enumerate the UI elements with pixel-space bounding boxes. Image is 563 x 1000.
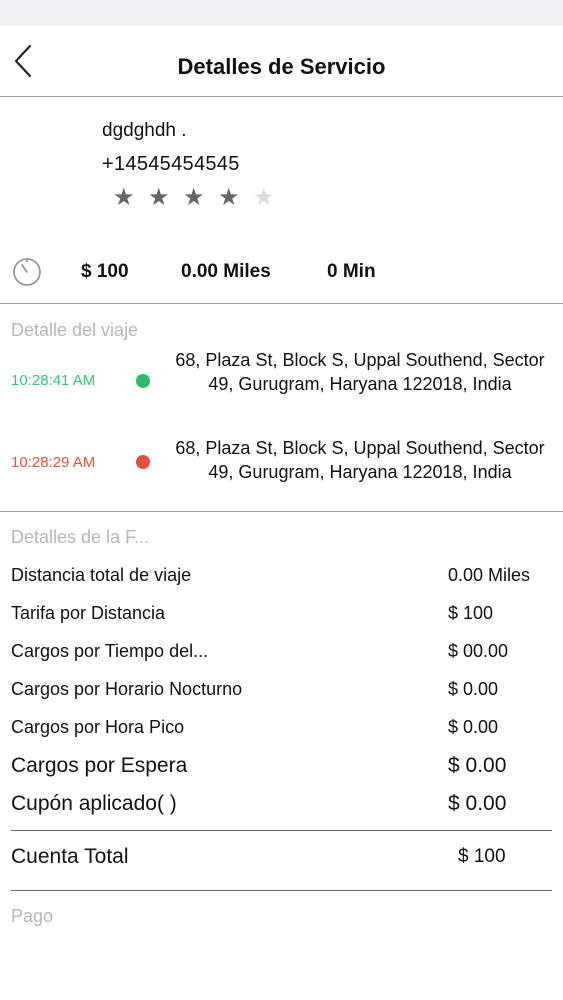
page-title: Detalles de Servicio	[177, 54, 386, 79]
summary-duration: 0 Min	[327, 261, 376, 282]
fare-row-value: $ 0.00	[448, 717, 499, 737]
dropoff-time: 10:28:29 AM	[11, 454, 96, 471]
summary-divider	[0, 303, 563, 304]
driver-phone: +14545454545	[102, 153, 240, 175]
fare-row-value: $ 00.00	[448, 641, 509, 661]
status-bar	[0, 0, 563, 26]
total-label: Cuenta Total	[11, 845, 129, 868]
star-icon: ★	[113, 184, 135, 211]
fare-row-value: 0.00 Miles	[448, 565, 531, 585]
fare-row-label: Cargos por Hora Pico	[11, 717, 185, 737]
fare-row-label: Cargos por Horario Nocturno	[11, 679, 243, 699]
fare-divider	[11, 830, 552, 831]
pickup-time: 10:28:41 AM	[11, 372, 96, 389]
rating-stars: ★ ★ ★ ★ ★	[113, 183, 288, 213]
fare-row-label: Tarifa por Distancia	[11, 603, 166, 623]
fare-row-value: $ 100	[448, 603, 494, 623]
driver-name: dgdghdh .	[102, 120, 187, 141]
fare-row-label: Cupón aplicado( )	[11, 792, 177, 815]
total-value: $ 100	[458, 846, 506, 867]
fare-row-label: Cargos por Espera	[11, 754, 188, 777]
fare-row-value: $ 0.00	[448, 754, 507, 777]
payment-section-title: Pago	[11, 906, 54, 926]
star-icon: ★	[183, 184, 205, 211]
pickup-address: 68, Plaza St, Block S, Uppal Southend, S…	[175, 350, 545, 394]
summary-distance: 0.00 Miles	[181, 261, 271, 282]
fare-row-label: Cargos por Tiempo del...	[11, 641, 209, 661]
summary-amount: $ 100	[81, 261, 129, 282]
header-divider	[0, 96, 563, 97]
trip-divider	[0, 511, 563, 512]
dropoff-address: 68, Plaza St, Block S, Uppal Southend, S…	[175, 438, 545, 482]
fare-section-title: Detalles de la F...	[11, 527, 150, 547]
pickup-dot-icon	[136, 374, 150, 388]
dropoff-dot-icon	[136, 455, 150, 469]
fare-row-value: $ 0.00	[448, 679, 499, 699]
star-icon: ★	[218, 184, 240, 211]
trip-section-title: Detalle del viaje	[11, 320, 139, 340]
navigation-bar: Detalles de Servicio	[0, 26, 563, 96]
star-empty-icon: ★	[253, 184, 275, 211]
fare-row-value: $ 0.00	[448, 792, 507, 815]
fare-row-label: Distancia total de viaje	[11, 565, 192, 585]
total-divider	[11, 890, 552, 891]
star-icon: ★	[148, 184, 170, 211]
timer-icon	[13, 258, 41, 286]
